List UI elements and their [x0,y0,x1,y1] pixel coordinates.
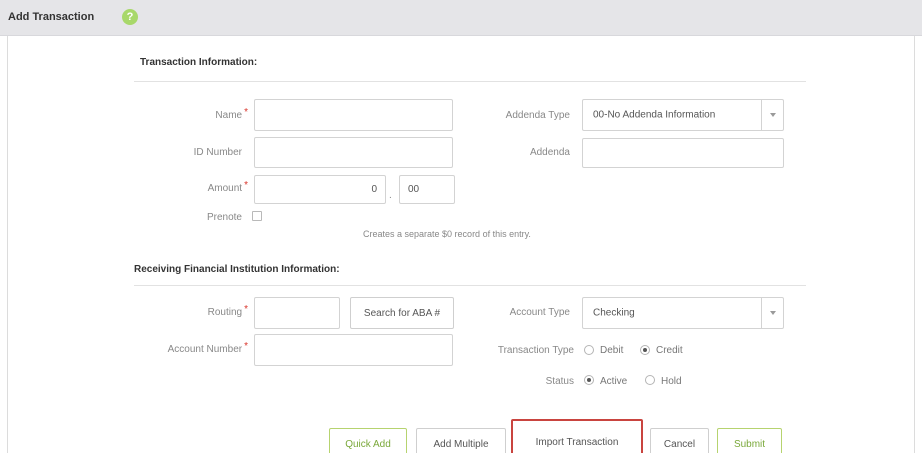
routing-label: Routing * [207,304,248,318]
hold-radio[interactable] [645,375,655,385]
account-type-value: Checking [593,307,635,319]
debit-radio[interactable] [584,345,594,355]
prenote-label: Prenote [206,212,242,223]
account-number-label: Account Number * [167,341,248,355]
addenda-input[interactable] [582,138,784,168]
required-mark: * [244,107,248,118]
required-mark: * [244,304,248,315]
prenote-hint: Creates a separate $0 record of this ent… [363,229,531,239]
transaction-type-label: Transaction Type [497,345,574,356]
search-aba-button[interactable]: Search for ABA # [350,297,454,329]
credit-label[interactable]: Credit [656,345,683,356]
name-label: Name * [215,107,248,121]
rfi-info-heading: Receiving Financial Institution Informat… [134,264,340,275]
cancel-button[interactable]: Cancel [650,428,709,453]
id-number-label: ID Number [193,147,242,158]
transaction-info-divider [134,81,806,82]
required-mark: * [244,341,248,352]
quick-add-button[interactable]: Quick Add [329,428,407,453]
account-type-label: Account Type [509,307,570,318]
addenda-type-label: Addenda Type [505,110,570,121]
help-icon[interactable]: ? [122,9,138,25]
account-type-dropdown-toggle[interactable] [761,298,783,328]
prenote-checkbox[interactable] [252,211,262,221]
addenda-type-value: 00-No Addenda Information [593,109,716,121]
transaction-info-heading: Transaction Information: [140,57,258,68]
amount-cents-input[interactable] [399,175,455,204]
active-radio[interactable] [584,375,594,385]
add-multiple-button[interactable]: Add Multiple [416,428,506,453]
status-label: Status [545,376,574,387]
routing-input[interactable] [254,297,340,329]
amount-label: Amount * [207,180,248,194]
credit-radio[interactable] [640,345,650,355]
amount-decimal-separator: . [389,190,392,201]
name-input[interactable] [254,99,453,131]
chevron-down-icon [770,311,776,315]
page-title: Add Transaction [8,11,95,23]
import-transaction-button[interactable]: Import Transaction [511,419,643,453]
page-header: Add Transaction ? [0,0,922,36]
hold-label[interactable]: Hold [661,376,682,387]
panel-left-border [7,36,8,453]
account-number-input[interactable] [254,334,453,366]
required-mark: * [244,180,248,191]
amount-whole-input[interactable] [254,175,386,204]
debit-label[interactable]: Debit [600,345,623,356]
panel-right-border [914,36,915,453]
addenda-type-dropdown-toggle[interactable] [761,100,783,130]
addenda-type-select[interactable]: 00-No Addenda Information [582,99,784,131]
account-type-select[interactable]: Checking [582,297,784,329]
id-number-input[interactable] [254,137,453,168]
chevron-down-icon [770,113,776,117]
active-label[interactable]: Active [600,376,627,387]
rfi-info-divider [134,285,806,286]
submit-button[interactable]: Submit [717,428,782,453]
addenda-label: Addenda [529,147,570,158]
